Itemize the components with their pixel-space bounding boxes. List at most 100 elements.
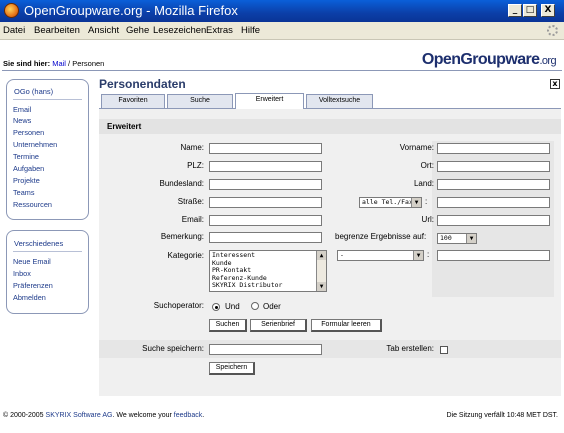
tab-create-checkbox[interactable] bbox=[440, 346, 448, 354]
scrollbar-track[interactable] bbox=[316, 260, 326, 282]
ort-input[interactable] bbox=[437, 161, 550, 172]
nav-divider bbox=[13, 99, 82, 100]
label-kategorie: Kategorie: bbox=[167, 251, 204, 260]
extra-attribute-input[interactable] bbox=[437, 250, 550, 261]
nav-news[interactable]: News bbox=[13, 116, 31, 125]
section-title: Erweitert bbox=[107, 122, 142, 131]
tab-volltextsuche[interactable]: Volltextsuche bbox=[306, 94, 373, 108]
radio-oder[interactable] bbox=[251, 302, 259, 310]
nav-termine[interactable]: Termine bbox=[13, 152, 39, 161]
label-strasse: Straße: bbox=[177, 197, 204, 206]
plz-input[interactable] bbox=[209, 161, 322, 172]
tab-erweitert[interactable]: Erweitert bbox=[235, 93, 304, 109]
label-ort: Ort: bbox=[420, 161, 434, 170]
page-title: Personendaten bbox=[99, 77, 186, 91]
phone-type-select[interactable]: alle Tel./Fax ▼ bbox=[359, 197, 422, 208]
limit-value: 100 bbox=[440, 234, 452, 242]
menu-ansicht[interactable]: Ansicht bbox=[88, 25, 119, 36]
misc-inbox[interactable]: Inbox bbox=[13, 269, 31, 278]
nav-unternehmen[interactable]: Unternehmen bbox=[13, 140, 57, 149]
menu-lesezeichen[interactable]: Lesezeichen bbox=[153, 25, 206, 36]
scroll-down-icon[interactable]: ▼ bbox=[316, 282, 326, 291]
phone-colon: : bbox=[425, 197, 428, 206]
nav-aufgaben[interactable]: Aufgaben bbox=[13, 164, 44, 173]
bundesland-input[interactable] bbox=[209, 179, 322, 190]
bemerkung-input[interactable] bbox=[209, 232, 322, 243]
misc-abmelden[interactable]: Abmelden bbox=[13, 293, 46, 302]
label-name: Name: bbox=[180, 143, 204, 152]
label-tab-create: Tab erstellen: bbox=[386, 344, 434, 353]
menu-bearbeiten[interactable]: Bearbeiten bbox=[34, 25, 80, 36]
nav-projekte[interactable]: Projekte bbox=[13, 176, 40, 185]
url-input[interactable] bbox=[437, 215, 550, 226]
strasse-input[interactable] bbox=[209, 197, 322, 208]
header-divider bbox=[2, 70, 562, 71]
misc-title: Verschiedenes bbox=[14, 239, 64, 248]
land-input[interactable] bbox=[437, 179, 550, 190]
misc-neue-email[interactable]: Neue Email bbox=[13, 257, 51, 266]
menu-gehe[interactable]: Gehe bbox=[126, 25, 149, 36]
footer-mid: . We welcome your bbox=[112, 412, 174, 419]
breadcrumb-current: Personen bbox=[72, 59, 105, 68]
email-input[interactable] bbox=[209, 215, 322, 226]
footer-company-link[interactable]: SKYRIX Software AG bbox=[46, 412, 113, 419]
location-bar: Sie sind hier: Mail / Personen OpenGroup… bbox=[0, 41, 564, 71]
speichern-button[interactable]: Speichern bbox=[209, 362, 255, 375]
user-label[interactable]: OGo (hans) bbox=[14, 87, 53, 96]
menu-hilfe[interactable]: Hilfe bbox=[241, 25, 260, 36]
menu-extras[interactable]: Extras bbox=[206, 25, 233, 36]
opengroupware-logo: OpenGroupware.org bbox=[422, 51, 557, 69]
window-titlebar: OpenGroupware.org - Mozilla Firefox _ □ … bbox=[0, 0, 564, 22]
label-email: Email: bbox=[181, 215, 204, 224]
label-bundesland: Bundesland: bbox=[159, 179, 204, 188]
phone-input[interactable] bbox=[437, 197, 550, 208]
breadcrumb-prefix: Sie sind hier: bbox=[3, 59, 51, 68]
label-bemerkung: Bemerkung: bbox=[160, 232, 204, 241]
maximize-button[interactable]: □ bbox=[523, 4, 537, 17]
kategorie-option[interactable]: SKYRIX Distributor bbox=[212, 281, 324, 290]
breadcrumb-mail-link[interactable]: Mail bbox=[52, 59, 66, 68]
scroll-up-icon[interactable]: ▲ bbox=[316, 251, 326, 260]
footer-feedback-link[interactable]: feedback bbox=[174, 412, 202, 419]
nav-ressourcen[interactable]: Ressourcen bbox=[13, 200, 52, 209]
throbber-icon bbox=[547, 25, 558, 36]
serienbrief-button[interactable]: Serienbrief bbox=[250, 319, 307, 332]
formular-leeren-button[interactable]: Formular leeren bbox=[311, 319, 382, 332]
nav-email[interactable]: Email bbox=[13, 105, 31, 114]
vorname-input[interactable] bbox=[437, 143, 550, 154]
radio-und[interactable] bbox=[212, 303, 220, 311]
extra-attribute-value: - bbox=[340, 251, 344, 259]
search-form-panel: Erweitert Name: Vorname: PLZ: Ort: Bunde… bbox=[99, 108, 561, 396]
misc-praeferenzen[interactable]: Präferenzen bbox=[13, 281, 53, 290]
misc-panel: Verschiedenes Neue Email Inbox Präferenz… bbox=[6, 230, 89, 314]
chevron-down-icon: ▼ bbox=[413, 251, 423, 260]
firefox-icon bbox=[4, 3, 19, 18]
navigation-panel: OGo (hans) Email News Personen Unternehm… bbox=[6, 79, 89, 220]
label-plz: PLZ: bbox=[187, 161, 204, 170]
footer-end: . bbox=[202, 412, 205, 419]
suchen-button[interactable]: Suchen bbox=[209, 319, 247, 332]
tab-suche[interactable]: Suche bbox=[167, 94, 233, 108]
extra-attribute-select[interactable]: - ▼ bbox=[337, 250, 424, 261]
close-window-button[interactable]: X bbox=[541, 4, 555, 17]
label-suchoperator: Suchoperator: bbox=[153, 301, 204, 310]
logo-suffix: .org bbox=[539, 55, 556, 67]
footer-prefix: © 2000-2005 bbox=[3, 412, 46, 419]
tab-favoriten[interactable]: Favoriten bbox=[101, 94, 165, 108]
save-search-input[interactable] bbox=[209, 344, 322, 355]
nav-teams[interactable]: Teams bbox=[13, 188, 35, 197]
label-vorname: Vorname: bbox=[399, 143, 434, 152]
nav-personen[interactable]: Personen bbox=[13, 128, 44, 137]
kategorie-listbox[interactable]: Interessent Kunde PR-Kontakt Referenz-Ku… bbox=[209, 250, 327, 292]
close-icon[interactable]: x bbox=[550, 79, 560, 89]
label-und: Und bbox=[225, 302, 240, 311]
window-title: OpenGroupware.org - Mozilla Firefox bbox=[24, 3, 238, 18]
menu-bar: Datei Bearbeiten Ansicht Gehe Lesezeiche… bbox=[0, 22, 564, 40]
label-save-search: Suche speichern: bbox=[142, 344, 204, 353]
limit-select[interactable]: 100 ▼ bbox=[437, 233, 477, 244]
section-header: Erweitert bbox=[99, 119, 561, 134]
footer-copyright: © 2000-2005 SKYRIX Software AG. We welco… bbox=[3, 412, 204, 419]
minimize-button[interactable]: _ bbox=[508, 4, 522, 17]
menu-datei[interactable]: Datei bbox=[3, 25, 25, 36]
name-input[interactable] bbox=[209, 143, 322, 154]
